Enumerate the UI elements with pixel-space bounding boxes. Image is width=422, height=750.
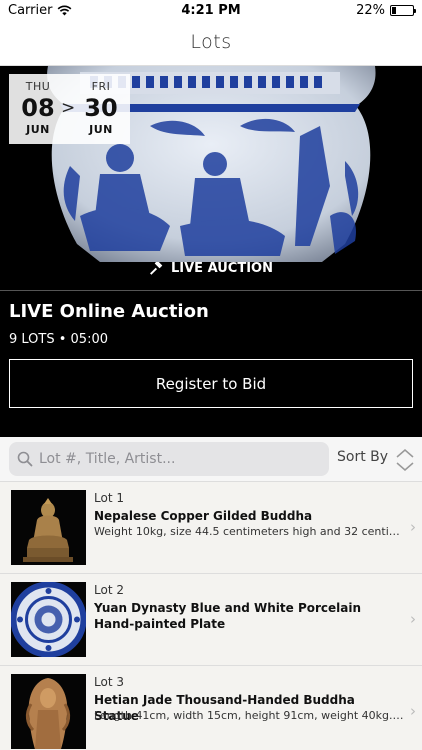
battery-indicator: 22% <box>356 3 416 18</box>
sort-by-button[interactable]: Sort By <box>337 449 388 465</box>
jade-buddha-image <box>11 674 86 749</box>
start-day: 08 <box>21 94 55 122</box>
lot-number: Lot 3 <box>94 675 124 689</box>
lot-thumbnail <box>11 490 86 565</box>
end-weekday: FRI <box>91 80 111 93</box>
end-date: FRI 30 JUN <box>78 80 124 136</box>
search-bar: Sort By <box>0 437 422 482</box>
end-day: 30 <box>84 94 118 122</box>
search-input[interactable] <box>39 451 319 467</box>
lot-title: Nepalese Copper Gilded Buddha <box>94 509 313 523</box>
live-auction-label: LIVE AUCTION <box>171 261 273 276</box>
start-date: THU 08 JUN <box>15 80 61 136</box>
lot-description: Length 41cm, width 15cm, height 91cm, we… <box>94 709 406 722</box>
battery-percent: 22% <box>356 3 385 18</box>
lot-thumbnail <box>11 674 86 749</box>
start-weekday: THU <box>25 80 51 93</box>
navigation-bar: Lots <box>0 22 422 66</box>
date-separator: > <box>61 98 76 118</box>
register-to-bid-button[interactable]: Register to Bid <box>9 359 413 408</box>
sort-chevrons-icon[interactable] <box>395 447 415 473</box>
lot-thumbnail <box>11 582 86 657</box>
lot-row[interactable]: Lot 2 Yuan Dynasty Blue and White Porcel… <box>0 574 422 666</box>
chevron-right-icon: › <box>410 702 416 720</box>
chevron-right-icon: › <box>410 518 416 536</box>
lot-row[interactable]: Lot 3 Hetian Jade Thousand-Handed Buddha… <box>0 666 422 750</box>
end-month: JUN <box>89 123 113 136</box>
page-title: Lots <box>190 31 232 53</box>
buddha-statue-image <box>11 490 86 565</box>
lots-list: Lot 1 Nepalese Copper Gilded Buddha Weig… <box>0 482 422 750</box>
lot-description: Weight 10kg, size 44.5 centimeters high … <box>94 525 406 538</box>
battery-icon <box>390 5 416 16</box>
auction-hero-image[interactable]: THU 08 JUN > FRI 30 JUN LIVE AUCTION <box>0 66 422 290</box>
status-bar: Carrier 4:21 PM 22% <box>0 0 422 22</box>
start-month: JUN <box>26 123 50 136</box>
auction-date-range: THU 08 JUN > FRI 30 JUN <box>9 74 130 144</box>
lot-number: Lot 1 <box>94 491 124 505</box>
auction-meta: 9 LOTS • 05:00 <box>9 332 109 347</box>
auction-name: LIVE Online Auction <box>9 301 209 322</box>
auction-info: LIVE Online Auction 9 LOTS • 05:00 Regis… <box>0 290 422 437</box>
lot-row[interactable]: Lot 1 Nepalese Copper Gilded Buddha Weig… <box>0 482 422 574</box>
porcelain-plate-image <box>11 582 86 657</box>
gavel-icon <box>150 261 163 275</box>
lot-number: Lot 2 <box>94 583 124 597</box>
search-field[interactable] <box>9 442 329 476</box>
live-auction-tag: LIVE AUCTION <box>0 261 422 276</box>
chevron-right-icon: › <box>410 610 416 628</box>
search-icon <box>17 451 33 467</box>
lot-title: Yuan Dynasty Blue and White Porcelain Ha… <box>94 601 362 631</box>
